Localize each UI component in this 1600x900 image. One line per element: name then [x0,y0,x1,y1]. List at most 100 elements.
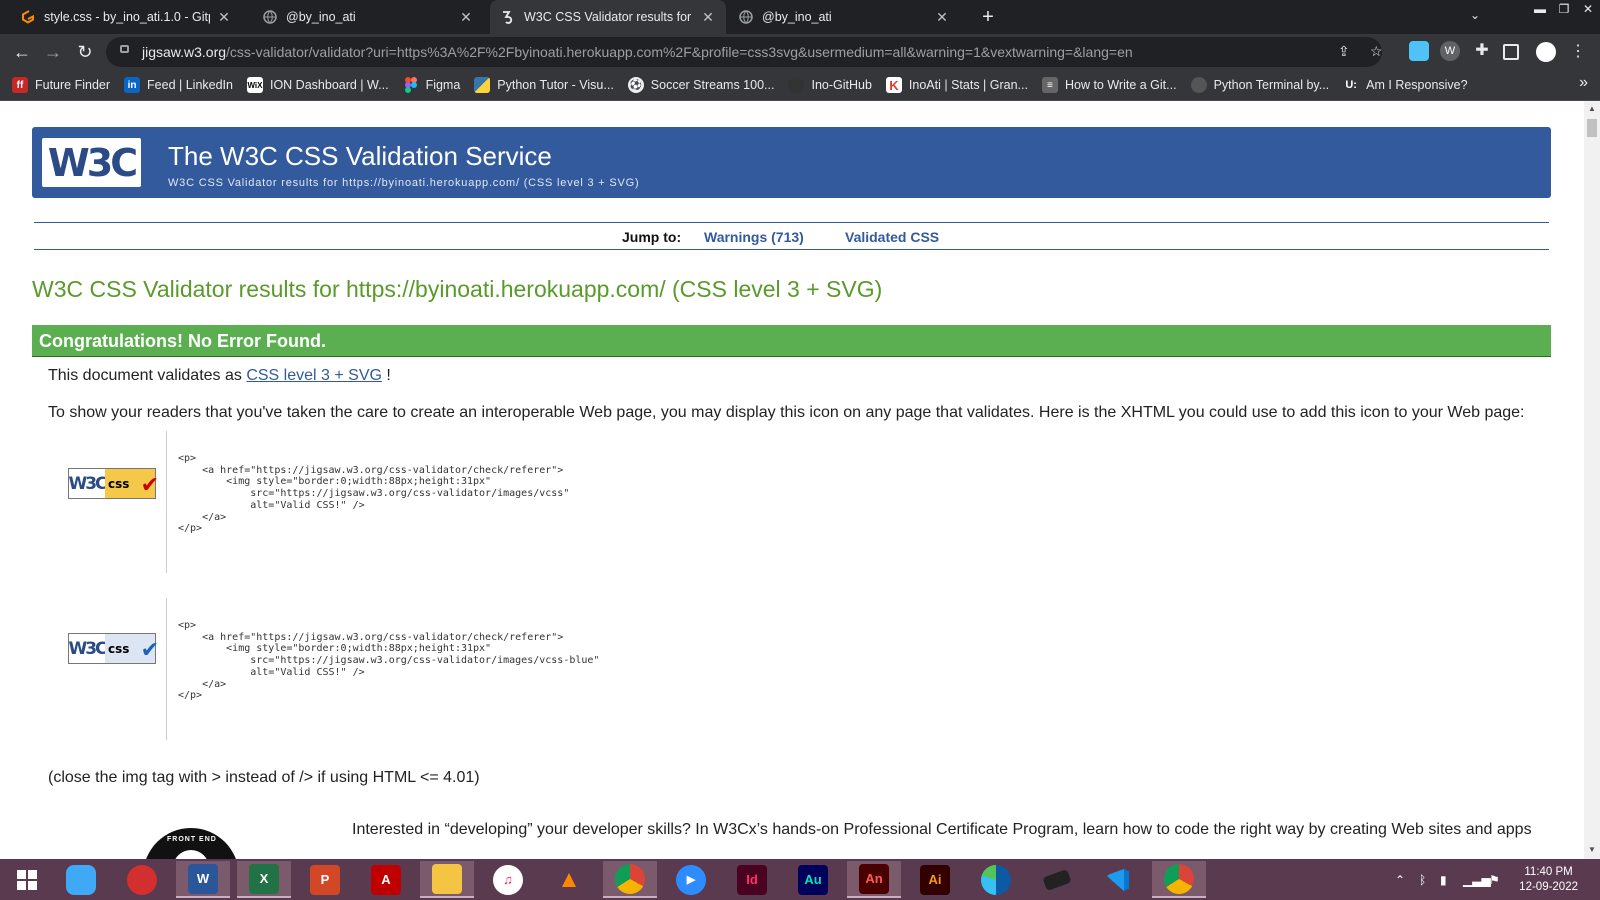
bookmark-star-icon[interactable]: ☆ [1370,43,1383,60]
extensions-puzzle-icon[interactable]: ✚ [1472,41,1492,61]
page-content: W3C The W3C CSS Validation Service W3C C… [0,101,1584,859]
taskbar-app-chrome[interactable] [603,861,657,898]
forward-icon[interactable]: → [41,40,65,64]
profile-avatar[interactable] [1536,42,1556,62]
minimize-icon[interactable]: ▬ [1528,0,1552,20]
signal-icon[interactable]: ▁▃▅ [1463,859,1491,900]
bookmark-label: Python Tutor - Visu... [497,78,614,92]
side-panel-icon[interactable] [1503,44,1519,60]
validates-statement: This document validates as CSS level 3 +… [48,367,391,385]
taskbar-app-excel[interactable]: X [237,861,291,898]
show-readers-text: To show your readers that you've taken t… [48,404,1525,421]
window-controls: ▬ ❐ ✕ [1528,0,1600,20]
taskbar-app[interactable] [54,861,108,898]
scroll-up-icon[interactable]: ▲ [1588,104,1596,113]
close-tab-icon[interactable]: ✕ [700,9,716,26]
frontend-logo[interactable]: FRONT END F [143,828,239,859]
close-tab-icon[interactable]: ✕ [216,9,232,26]
tab-title: W3C CSS Validator results for htt [524,10,694,24]
more-bookmarks-icon[interactable]: » [1579,74,1588,92]
battery-icon[interactable]: ▮ [1440,859,1447,900]
taskbar-app-edge[interactable] [969,861,1023,898]
bookmark-figma[interactable]: Figma [403,77,460,93]
address-bar[interactable]: jigsaw.w3.org/css-validator/validator?ur… [106,37,1383,67]
taskbar-app-itunes[interactable]: ♫ [481,861,535,898]
w3c-logo[interactable]: W3C [42,138,141,187]
start-button[interactable] [0,861,54,898]
css-level-link[interactable]: CSS level 3 + SVG [246,367,382,384]
browser-tab-strip: style.css - by_ino_ati.1.0 - Gitpod ✕ @b… [0,0,1600,34]
taskbar-app-chrome-2[interactable] [1152,861,1206,898]
extension-w-icon[interactable]: W [1440,41,1460,61]
bookmark-future-finder[interactable]: ff Future Finder [12,77,110,93]
bookmarks-bar: ff Future Finder in Feed | LinkedIn WiX ION… [0,70,1600,101]
validates-prefix: This document validates as [48,367,242,384]
taskbar-app-word[interactable]: W [176,861,230,898]
taskbar-app[interactable] [115,861,169,898]
bookmark-soccer-streams[interactable]: ⚽ Soccer Streams 100... [627,77,774,93]
tab-by-ino-ati-1[interactable]: @by_ino_ati ✕ [252,0,484,34]
audition-icon: Au [798,864,828,895]
bookmark-label: Python Terminal by... [1213,78,1330,92]
taskbar-app-animate[interactable]: An [847,861,901,898]
taskbar-app-explorer[interactable] [420,861,474,898]
bookmark-ino-github[interactable]: Ino-GitHub [788,77,872,93]
bookmark-python-tutor[interactable]: Python Tutor - Visu... [474,77,614,93]
bookmark-how-to-write-git[interactable]: ≡ How to Write a Git... [1041,77,1177,93]
validated-css-link[interactable]: Validated CSS [845,229,939,245]
taskbar-app-illustrator[interactable]: Ai [908,861,962,898]
taskbar-app-powerpoint[interactable]: P [298,861,352,898]
tab-search-chevron-icon[interactable]: ⌄ [1470,8,1480,22]
lock-icon [120,45,129,53]
jump-to-label: Jump to: [622,229,682,245]
taskbar-app-acrobat[interactable]: A [359,861,413,898]
badge-w3c-text: W3C [68,469,108,498]
checkmark-icon: ✔ [140,473,159,498]
restore-icon[interactable]: ❐ [1552,0,1576,20]
page-scrollbar[interactable]: ▲ ▼ [1584,101,1600,859]
flag-icon[interactable]: ⚑ [1489,859,1500,900]
scroll-down-icon[interactable]: ▼ [1588,845,1596,854]
indesign-icon: Id [737,864,767,895]
bookmark-ion-dashboard[interactable]: WiX ION Dashboard | W... [246,77,389,93]
close-tab-icon[interactable]: ✕ [458,9,474,26]
tab-title: @by_ino_ati [762,10,832,24]
valid-css-gold-badge[interactable]: W3C css ✔ [68,468,159,499]
bookmark-label: Am I Responsive? [1366,78,1468,92]
chrome-icon [615,863,645,894]
globe-icon [262,9,278,25]
taskbar-app-vscode[interactable] [1091,861,1145,898]
taskbar-app-zoom[interactable]: ▶ [664,861,718,898]
close-window-icon[interactable]: ✕ [1576,0,1600,20]
share-icon[interactable]: ⇪ [1338,43,1350,60]
bookmark-python-terminal[interactable]: Python Terminal by... [1190,77,1330,93]
new-tab-icon[interactable]: + [976,5,1000,29]
taskbar-app-indesign[interactable]: Id [725,861,779,898]
extension-cloud-icon[interactable] [1409,41,1429,61]
close-tab-icon[interactable]: ✕ [934,9,950,26]
bluetooth-icon[interactable]: ᛒ [1419,859,1426,900]
windows-start-icon [12,865,42,895]
jump-to-bar: Jump to: Warnings (713) Validated CSS [34,222,1549,250]
bookmark-inoati-stats[interactable]: K InoAti | Stats | Gran... [885,77,1028,93]
tab-w3c-validator[interactable]: W3C CSS Validator results for htt ✕ [490,0,726,34]
warnings-link[interactable]: Warnings (713) [704,229,804,245]
page-title: The W3C CSS Validation Service [168,141,552,171]
taskbar-app-vlc[interactable]: ▲ [542,861,596,898]
system-clock[interactable]: 11:40 PM 12-09-2022 [1519,865,1578,895]
promo-text: Interested in “developing” your develope… [352,821,1532,838]
menu-kebab-icon[interactable]: ⋮ [1566,40,1590,64]
reload-icon[interactable]: ↻ [73,40,97,64]
scroll-thumb[interactable] [1587,119,1597,137]
back-icon[interactable]: ← [10,40,34,64]
bookmark-am-i-responsive[interactable]: U: Am I Responsive? [1343,77,1467,93]
tab-by-ino-ati-2[interactable]: @by_ino_ati ✕ [728,0,960,34]
bookmark-linkedin[interactable]: in Feed | LinkedIn [124,77,233,93]
tray-overflow-icon[interactable]: ⌃ [1395,859,1405,900]
validator-banner: W3C The W3C CSS Validation Service W3C C… [32,127,1551,198]
valid-css-blue-badge[interactable]: W3C css ✔ [68,633,159,664]
taskbar-app-audition[interactable]: Au [786,861,840,898]
taskbar-app-terminal[interactable] [1030,861,1084,898]
logo-text: FRONT END [167,836,217,843]
tab-gitpod[interactable]: style.css - by_ino_ati.1.0 - Gitpod ✕ [10,0,242,34]
